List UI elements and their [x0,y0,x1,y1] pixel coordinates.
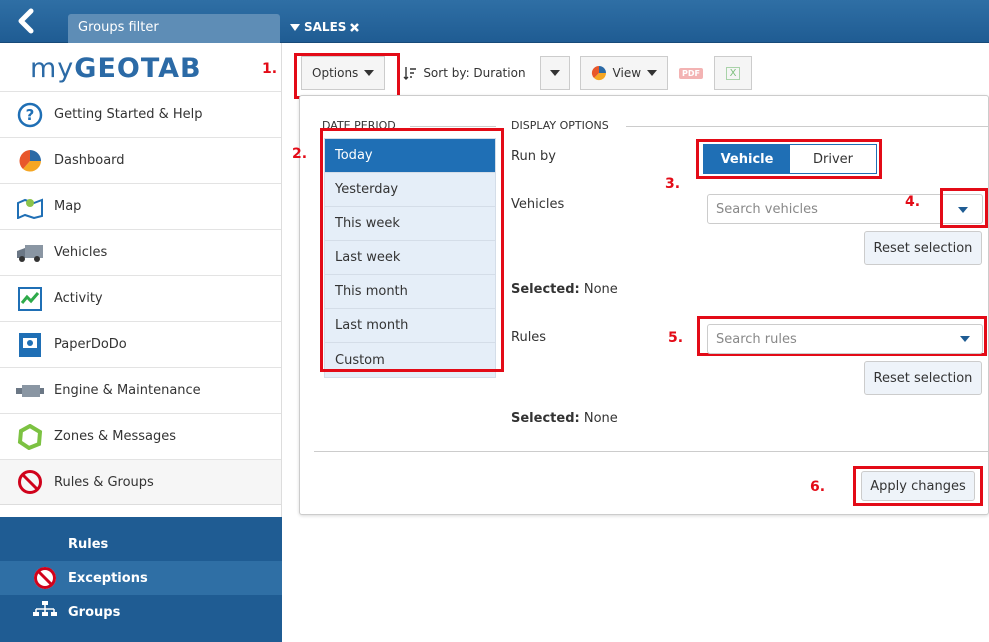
map-icon [16,193,44,221]
sidebar-item-label: Map [54,199,82,214]
sidebar-item-map[interactable]: Map [0,183,281,229]
annotation-5: 5. [668,330,684,346]
truck-icon [16,239,44,267]
highlight-options [294,53,400,99]
sort-dropdown-button[interactable] [539,56,570,90]
sidebar-item-label: Activity [54,291,103,306]
hierarchy-icon [32,599,58,625]
excel-export-button[interactable]: X [714,56,753,90]
selected-label: Selected: [511,282,580,297]
sidebar-submenu: Rules Exceptions Groups [0,517,282,642]
highlight-date-period [320,128,504,372]
help-icon: ? [16,101,44,129]
driver-toggle-button[interactable]: Driver [790,145,876,173]
reset-vehicles-button[interactable]: Reset selection [864,231,982,265]
options-panel: DATE PERIOD DISPLAY OPTIONS 2. Today Yes… [292,95,989,515]
chevron-down-icon [647,70,658,76]
sidebar-subitem-label: Rules [68,536,109,552]
engine-icon [16,377,44,405]
sidebar-item-label: PaperDoDo [54,337,127,352]
sort-label: Sort by: Duration [423,66,526,80]
sales-filter-label: SALES [304,20,347,34]
sort-icon [403,67,417,80]
sidebar-item-label: Vehicles [54,245,108,260]
main-content: Options Sort by: Duration View PDF X DAT… [282,43,989,642]
sidebar-item-label: Getting Started & Help [54,107,203,122]
pie-chart-icon [16,147,44,175]
pdf-export-button[interactable]: PDF [672,56,710,90]
vehicles-dropdown-caret-icon[interactable] [958,207,968,213]
top-bar: Groups filter SALES [0,0,989,43]
sidebar-item-zones[interactable]: Zones & Messages [0,413,281,459]
sidebar-item-paperdodo[interactable]: PaperDoDo [0,321,281,367]
sidebar-item-help[interactable]: ? Getting Started & Help [0,91,281,137]
selected-value: None [583,282,618,297]
reset-rules-button[interactable]: Reset selection [864,361,982,395]
sidebar-item-vehicles[interactable]: Vehicles [0,229,281,275]
rules-label: Rules [511,330,547,345]
sidebar-item-label: Dashboard [54,153,125,168]
apply-changes-button[interactable]: Apply changes [861,471,975,501]
vehicles-label: Vehicles [511,197,565,212]
sidebar-subitem-groups[interactable]: Groups [0,595,282,629]
no-entry-icon [16,468,44,496]
sidebar-item-label: Engine & Maintenance [54,383,201,398]
sidebar-item-label: Zones & Messages [54,429,177,444]
display-options-label: DISPLAY OPTIONS [511,119,609,132]
zone-icon [16,423,44,451]
sales-filter-chip[interactable]: SALES [290,20,360,34]
run-by-label: Run by [511,149,557,164]
close-icon[interactable] [350,22,360,32]
sidebar-subitem-label: Groups [68,604,121,620]
logo-name: GEOTAB [74,53,202,84]
vehicle-toggle-button[interactable]: Vehicle [704,145,790,173]
divider [314,451,988,452]
sidebar-item-dashboard[interactable]: Dashboard [0,137,281,183]
sidebar-subitem-label: Exceptions [68,570,148,586]
sort-button[interactable]: Sort by: Duration [393,56,535,90]
annotation-1: 1. [262,61,278,77]
run-by-toggle: Vehicle Driver [703,144,877,174]
pdf-icon: PDF [679,67,704,79]
divider [626,126,988,127]
back-arrow-icon[interactable] [14,8,40,34]
rules-dropdown-caret-icon[interactable] [960,336,970,342]
svg-text:?: ? [26,106,35,124]
chevron-down-icon [290,23,300,31]
excel-icon: X [725,66,741,80]
selected-value: None [583,411,618,426]
view-label: View [612,66,642,80]
logo[interactable]: myGEOTAB 1. [0,43,281,91]
sidebar-item-label: Rules & Groups [54,474,154,490]
annotation-4: 4. [905,194,921,210]
document-icon [16,331,44,359]
divider [410,126,496,127]
annotation-6: 6. [810,479,826,495]
sidebar-subitem-rules[interactable]: Rules [0,527,282,561]
selected-label: Selected: [511,411,580,426]
no-entry-icon [32,565,58,595]
search-rules-input[interactable]: Search rules [707,324,983,354]
selected-rules: Selected: None [511,411,618,426]
selected-vehicles: Selected: None [511,282,618,297]
logo-prefix: my [30,53,75,84]
sidebar-subitem-exceptions[interactable]: Exceptions [0,561,282,595]
groups-filter-input[interactable]: Groups filter [68,14,280,43]
sidebar-item-rules-groups[interactable]: Rules & Groups [0,459,281,505]
pie-chart-icon [591,65,606,81]
activity-icon [16,285,44,313]
sidebar-item-engine[interactable]: Engine & Maintenance [0,367,281,413]
chevron-down-icon [549,70,560,76]
annotation-3: 3. [665,176,681,192]
annotation-2: 2. [292,146,308,162]
sidebar-item-activity[interactable]: Activity [0,275,281,321]
view-button[interactable]: View [579,56,669,90]
